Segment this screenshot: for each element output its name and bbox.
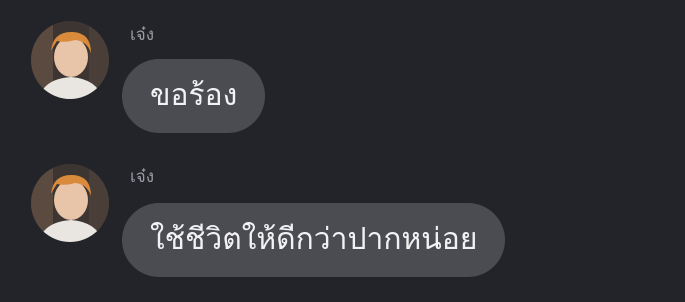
sender-name: เจ๋ง bbox=[130, 25, 155, 45]
profile-photo-icon bbox=[31, 164, 109, 242]
sender-name: เจ๋ง bbox=[130, 167, 155, 187]
profile-photo-icon bbox=[31, 21, 109, 99]
avatar[interactable] bbox=[31, 164, 109, 242]
avatar[interactable] bbox=[31, 21, 109, 99]
message-bubble[interactable]: ขอร้อง bbox=[122, 59, 266, 133]
chat-view: เจ๋ง ขอร้อง เจ๋ง ใช้ชีวิตให้ดีกว่าปากหน่… bbox=[0, 0, 685, 302]
message-bubble[interactable]: ใช้ชีวิตให้ดีกว่าปากหน่อย bbox=[122, 203, 506, 277]
